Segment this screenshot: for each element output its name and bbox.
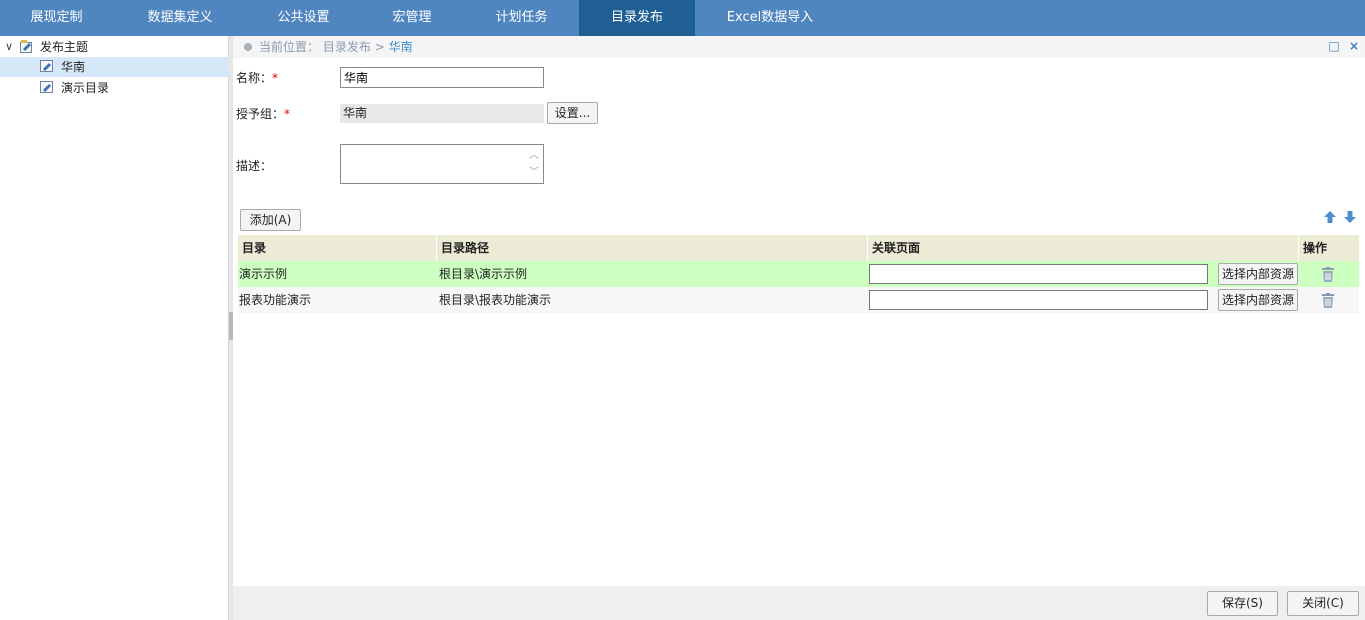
tab-view-custom[interactable]: 展现定制 <box>0 0 113 36</box>
breadcrumb-separator: > <box>374 40 385 54</box>
select-resource-button[interactable]: 选择内部资源 <box>1218 263 1298 285</box>
close-button[interactable]: 关闭(C) <box>1287 591 1359 616</box>
tree-label-root: 发布主题 <box>40 40 89 54</box>
breadcrumb: 当前位置： 目录发布 > 华南 □ × <box>233 36 1365 58</box>
tab-catalog-publish[interactable]: 目录发布 <box>579 0 695 36</box>
trash-icon[interactable] <box>1321 293 1335 308</box>
edit-doc-icon <box>40 81 53 93</box>
arrow-down-icon[interactable] <box>1343 210 1357 224</box>
maximize-icon[interactable]: □ <box>1327 39 1341 53</box>
edit-folder-icon <box>20 40 32 53</box>
save-button[interactable]: 保存(S) <box>1207 591 1278 616</box>
tab-schedule-task[interactable]: 计划任务 <box>464 0 579 36</box>
textarea-scrollbar[interactable]: ︿ ﹀ <box>527 147 541 181</box>
tab-excel-import[interactable]: Excel数据导入 <box>695 0 845 36</box>
edit-doc-icon <box>40 60 53 72</box>
breadcrumb-prefix: 当前位置： <box>259 40 320 54</box>
tree-label-demo-dir: 演示目录 <box>61 81 110 95</box>
tree-node-huanan[interactable]: 华南 <box>0 57 229 77</box>
tab-dataset-define[interactable]: 数据集定义 <box>113 0 247 36</box>
breadcrumb-current: 华南 <box>388 40 413 54</box>
row-path: 根目录\演示示例 <box>439 267 528 281</box>
tree-panel: ∨ 发布主题 华南 演示目录 <box>0 36 229 620</box>
arrow-up-icon[interactable] <box>1323 210 1337 224</box>
splitter-collapse-handle[interactable] <box>229 312 233 340</box>
name-label: 名称：* <box>236 71 279 85</box>
add-button[interactable]: 添加(A) <box>240 209 301 231</box>
description-label: 描述： <box>236 159 273 173</box>
select-resource-button[interactable]: 选择内部资源 <box>1218 289 1298 311</box>
grid-header: 目录 目录路径 关联页面 操作 <box>238 235 1359 261</box>
required-mark: * <box>272 71 279 85</box>
tab-macro-manage[interactable]: 宏管理 <box>360 0 464 36</box>
chevron-up-icon[interactable]: ︿ <box>527 147 541 164</box>
description-textarea[interactable]: ︿ ﹀ <box>340 144 544 184</box>
required-mark: * <box>284 107 291 121</box>
close-icon[interactable]: × <box>1347 39 1361 53</box>
column-header-dir: 目录 <box>238 235 437 261</box>
bullet-icon <box>244 43 252 51</box>
row-dir: 报表功能演示 <box>239 293 312 307</box>
table-row[interactable]: 报表功能演示 根目录\报表功能演示 选择内部资源 <box>238 287 1359 313</box>
linked-page-input[interactable] <box>869 290 1208 310</box>
trash-icon[interactable] <box>1321 267 1335 282</box>
grant-group-label: 授予组：* <box>236 107 291 121</box>
tree-label-huanan: 华南 <box>61 60 86 74</box>
grant-group-field: 华南 <box>340 104 544 123</box>
top-nav: 展现定制 数据集定义 公共设置 宏管理 计划任务 目录发布 Excel数据导入 <box>0 0 1365 36</box>
table-row[interactable]: 演示示例 根目录\演示示例 选择内部资源 <box>238 261 1359 287</box>
row-path: 根目录\报表功能演示 <box>439 293 552 307</box>
breadcrumb-text: 当前位置： 目录发布 > 华南 <box>259 36 413 58</box>
linked-page-input[interactable] <box>869 264 1208 284</box>
column-header-page: 关联页面 <box>868 235 1299 261</box>
chevron-down-icon[interactable]: ∨ <box>3 37 15 57</box>
name-input[interactable] <box>340 67 544 88</box>
column-header-action: 操作 <box>1303 241 1328 255</box>
row-dir: 演示示例 <box>239 267 288 281</box>
footer-bar: 保存(S) 关闭(C) <box>233 586 1365 620</box>
tab-common-settings[interactable]: 公共设置 <box>247 0 360 36</box>
tree-node-root[interactable]: ∨ 发布主题 <box>0 37 229 57</box>
breadcrumb-path[interactable]: 目录发布 <box>323 40 371 54</box>
chevron-down-icon[interactable]: ﹀ <box>527 164 541 181</box>
settings-button[interactable]: 设置... <box>547 102 598 124</box>
tree-node-demo-dir[interactable]: 演示目录 <box>0 78 229 98</box>
column-header-path: 目录路径 <box>437 235 868 261</box>
